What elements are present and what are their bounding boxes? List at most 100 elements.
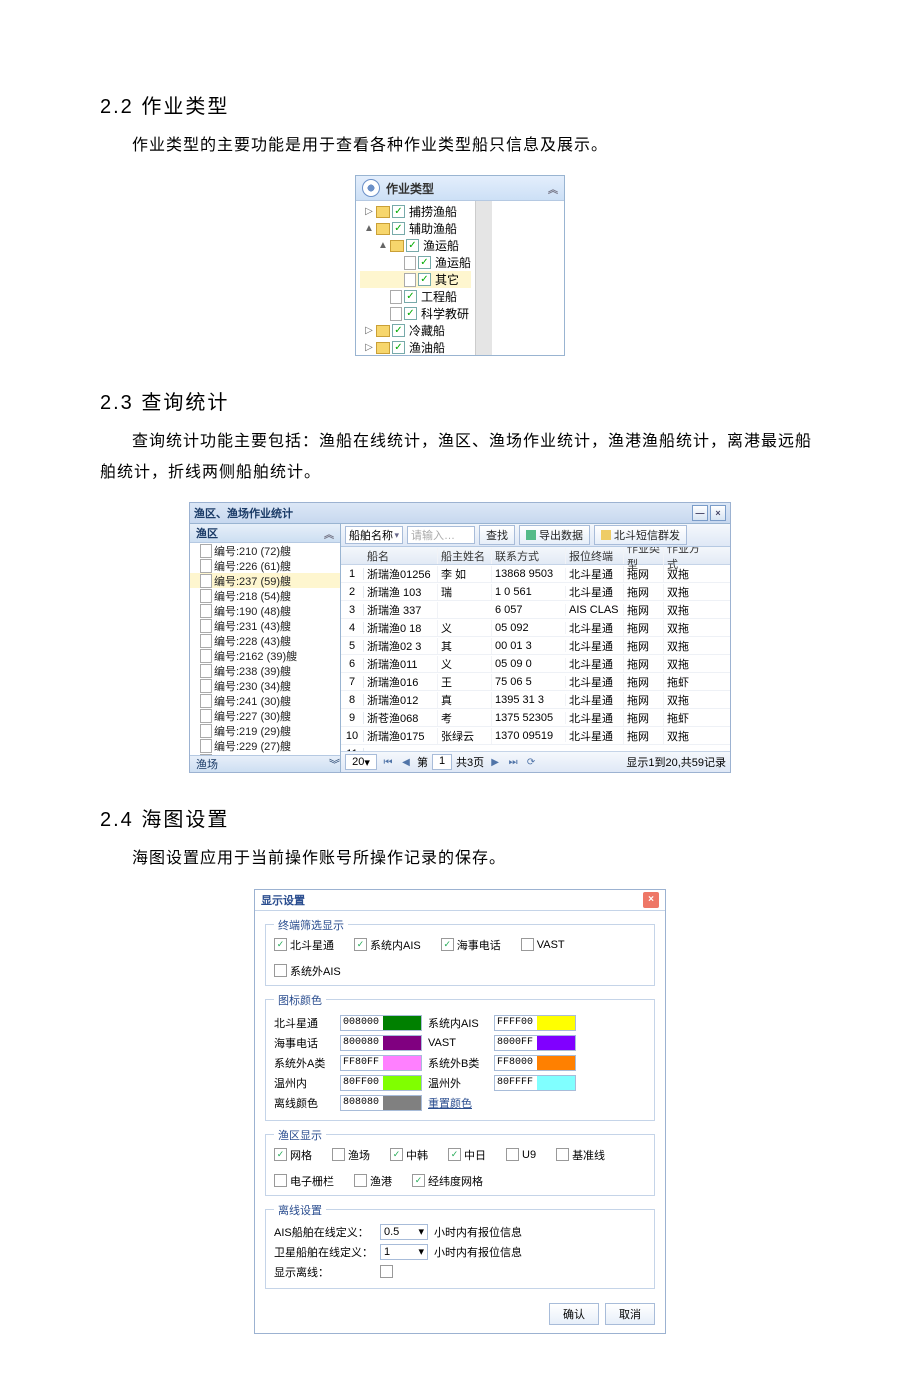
- table-row[interactable]: 3浙瑞渔 337 6 057AIS CLAS拖网双拖: [341, 601, 730, 619]
- checkbox[interactable]: ✓: [404, 290, 417, 303]
- first-page-button[interactable]: ⏮: [381, 755, 395, 769]
- area-checkbox-item[interactable]: 渔港: [354, 1173, 392, 1189]
- column-header[interactable]: 联系方式: [492, 548, 566, 564]
- column-header[interactable]: 船主姓名: [438, 548, 492, 564]
- terminal-checkbox-item[interactable]: ✓海事电话: [441, 937, 501, 953]
- color-input[interactable]: FFFF00: [494, 1015, 576, 1031]
- area-checkbox-item[interactable]: U9: [506, 1147, 536, 1163]
- tree-node[interactable]: ✓科学教研: [360, 305, 471, 322]
- area-checkbox-item[interactable]: ✓网格: [274, 1147, 312, 1163]
- area-list-item[interactable]: 编号:227 (30)艘: [190, 708, 340, 723]
- toggle-icon[interactable]: ▷: [364, 325, 374, 336]
- last-page-button[interactable]: ⏭: [506, 755, 520, 769]
- table-row[interactable]: 9浙苍渔068 考1375 52305北斗星通拖网拖虾: [341, 709, 730, 727]
- left-pane-header[interactable]: 渔区 ︽: [190, 524, 340, 543]
- checkbox[interactable]: [274, 964, 287, 977]
- table-row[interactable]: 10浙瑞渔0175 张绿云1370 09519北斗星通拖网双拖: [341, 727, 730, 745]
- stats-titlebar[interactable]: 渔区、渔场作业统计 — ×: [190, 503, 730, 524]
- color-input[interactable]: 80FFFF: [494, 1075, 576, 1091]
- table-row[interactable]: 5浙瑞渔02 3 其 00 01 3北斗星通拖网双拖: [341, 637, 730, 655]
- checkbox[interactable]: [506, 1148, 519, 1161]
- ok-button[interactable]: 确认: [549, 1303, 599, 1325]
- checkbox[interactable]: ✓: [354, 938, 367, 951]
- checkbox[interactable]: ✓: [418, 256, 431, 269]
- area-checkbox-item[interactable]: ✓经纬度网格: [412, 1173, 483, 1189]
- checkbox[interactable]: ✓: [404, 307, 417, 320]
- refresh-button[interactable]: ⟳: [524, 755, 538, 769]
- export-button[interactable]: 导出数据: [519, 525, 590, 545]
- checkbox[interactable]: [354, 1174, 367, 1187]
- left-footer[interactable]: 渔场 ︾: [190, 755, 340, 772]
- minimize-icon[interactable]: —: [692, 505, 708, 521]
- checkbox[interactable]: ✓: [406, 239, 419, 252]
- area-list-item[interactable]: 编号:237 (59)艘: [190, 573, 340, 588]
- area-list-item[interactable]: 编号:226 (61)艘: [190, 558, 340, 573]
- color-input[interactable]: 80FF00: [340, 1075, 422, 1091]
- sms-button[interactable]: 北斗短信群发: [594, 525, 687, 545]
- terminal-checkbox-item[interactable]: ✓北斗星通: [274, 937, 334, 953]
- show-offline-checkbox[interactable]: [380, 1265, 393, 1278]
- area-list-item[interactable]: 编号:219 (29)艘: [190, 723, 340, 738]
- checkbox[interactable]: ✓: [418, 273, 431, 286]
- checkbox[interactable]: ✓: [441, 938, 454, 951]
- cancel-button[interactable]: 取消: [605, 1303, 655, 1325]
- table-row[interactable]: 4浙瑞渔0 18 义 05 092北斗星通拖网双拖: [341, 619, 730, 637]
- toggle-icon[interactable]: ▲: [364, 223, 374, 234]
- checkbox[interactable]: ✓: [392, 324, 405, 337]
- color-input[interactable]: FF8000: [494, 1055, 576, 1071]
- ais-select[interactable]: 0.5▾: [380, 1224, 428, 1240]
- area-list-item[interactable]: 编号:190 (48)艘: [190, 603, 340, 618]
- checkbox[interactable]: [556, 1148, 569, 1161]
- checkbox[interactable]: [332, 1148, 345, 1161]
- checkbox[interactable]: ✓: [392, 205, 405, 218]
- terminal-checkbox-item[interactable]: ✓系统内AIS: [354, 937, 421, 953]
- chevron-down-icon[interactable]: ︾: [329, 756, 340, 772]
- area-list-item[interactable]: 编号:231 (43)艘: [190, 618, 340, 633]
- checkbox[interactable]: ✓: [412, 1174, 425, 1187]
- tree-node[interactable]: ▷✓捕捞渔船: [360, 203, 471, 220]
- page-input[interactable]: 1: [432, 754, 452, 770]
- tree-node[interactable]: ▷✓冷藏船: [360, 322, 471, 339]
- tree-node[interactable]: ▲✓辅助渔船: [360, 220, 471, 237]
- checkbox[interactable]: ✓: [392, 222, 405, 235]
- column-header[interactable]: 报位终端: [566, 548, 624, 564]
- chevron-up-icon[interactable]: ︽: [548, 181, 558, 196]
- terminal-checkbox-item[interactable]: VAST: [521, 937, 565, 953]
- prev-page-button[interactable]: ◀: [399, 755, 413, 769]
- checkbox[interactable]: ✓: [274, 938, 287, 951]
- tree-node[interactable]: ▷✓渔油船: [360, 339, 471, 355]
- color-input[interactable]: 808080: [340, 1095, 422, 1111]
- pagesize-select[interactable]: 20 ▾: [345, 754, 377, 770]
- next-page-button[interactable]: ▶: [488, 755, 502, 769]
- color-input[interactable]: FF80FF: [340, 1055, 422, 1071]
- search-button[interactable]: 查找: [479, 525, 515, 545]
- color-input[interactable]: 008000: [340, 1015, 422, 1031]
- field-select[interactable]: 船舶名称▾: [345, 526, 403, 544]
- checkbox[interactable]: ✓: [392, 341, 405, 354]
- color-input[interactable]: 8000FF: [494, 1035, 576, 1051]
- checkbox[interactable]: [274, 1174, 287, 1187]
- area-list-item[interactable]: 编号:230 (34)艘: [190, 678, 340, 693]
- close-icon[interactable]: ×: [643, 892, 659, 908]
- checkbox[interactable]: ✓: [274, 1148, 287, 1161]
- reset-color-link[interactable]: 重置颜色: [428, 1095, 472, 1111]
- area-list-item[interactable]: 编号:2162 (39)艘: [190, 648, 340, 663]
- toggle-icon[interactable]: ▷: [364, 342, 374, 353]
- close-icon[interactable]: ×: [710, 505, 726, 521]
- table-row[interactable]: 2浙瑞渔 103 瑞1 0 561 北斗星通拖网双拖: [341, 583, 730, 601]
- area-list-item[interactable]: 编号:228 (43)艘: [190, 633, 340, 648]
- area-list-item[interactable]: 编号:238 (39)艘: [190, 663, 340, 678]
- chevron-up-icon[interactable]: ︽: [324, 526, 334, 541]
- area-checkbox-item[interactable]: 渔场: [332, 1147, 370, 1163]
- tree-header[interactable]: 作业类型 ︽: [356, 176, 564, 201]
- area-checkbox-item[interactable]: ✓中日: [448, 1147, 486, 1163]
- scrollbar[interactable]: [475, 201, 492, 355]
- toggle-icon[interactable]: ▲: [378, 240, 388, 251]
- table-row[interactable]: 1浙瑞渔01256李 如13868 9503北斗星通拖网双拖: [341, 565, 730, 583]
- area-list-item[interactable]: 编号:241 (30)艘: [190, 693, 340, 708]
- checkbox[interactable]: [521, 938, 534, 951]
- dialog-titlebar[interactable]: 显示设置 ×: [255, 890, 665, 911]
- terminal-checkbox-item[interactable]: 系统外AIS: [274, 963, 341, 979]
- checkbox[interactable]: ✓: [390, 1148, 403, 1161]
- column-header[interactable]: 船名: [364, 548, 438, 564]
